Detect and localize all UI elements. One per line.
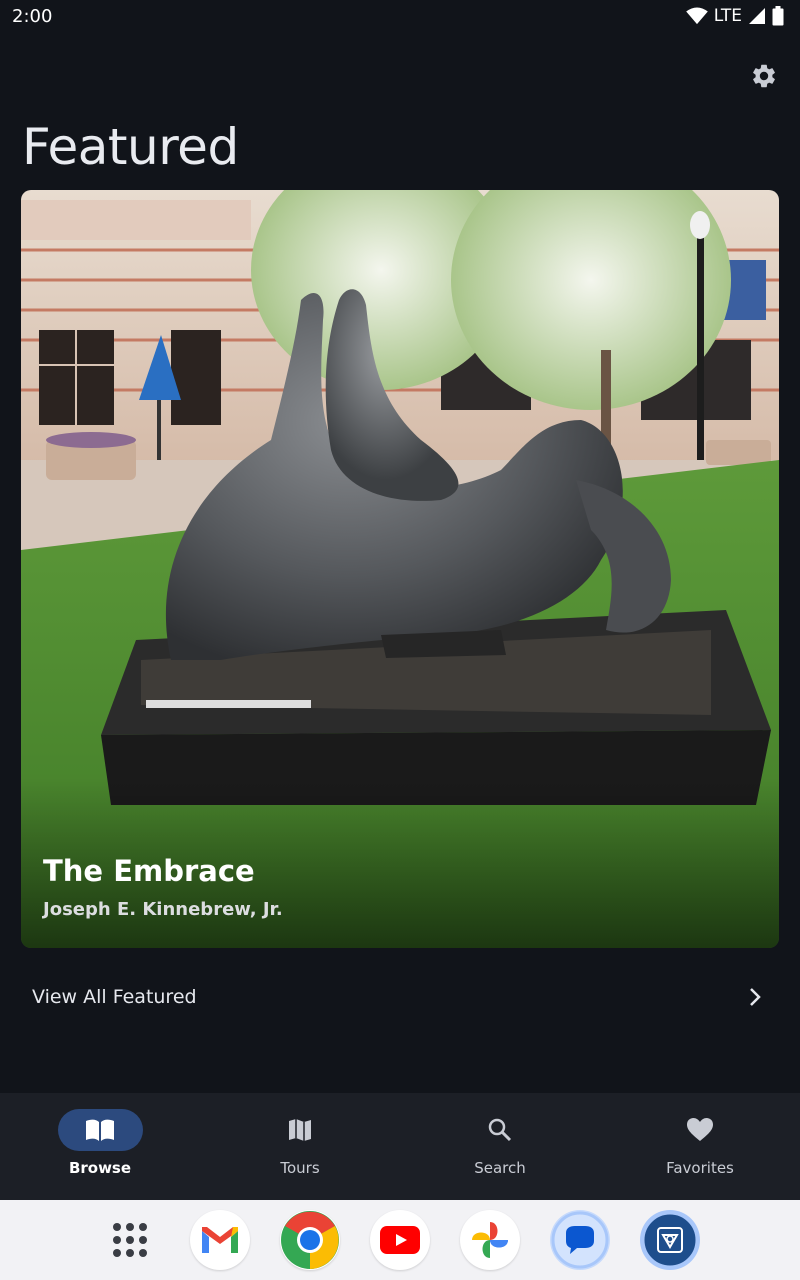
nav-tours[interactable]: Tours [200, 1093, 400, 1200]
dock-app-drawer[interactable] [100, 1210, 160, 1270]
status-time: 2:00 [12, 5, 53, 27]
nav-favorites-indicator [658, 1109, 743, 1151]
book-icon [86, 1119, 114, 1141]
featured-card[interactable]: The Embrace Joseph E. Kinnebrew, Jr. [21, 190, 779, 948]
photos-icon [472, 1222, 508, 1258]
nav-search[interactable]: Search [400, 1093, 600, 1200]
settings-button[interactable] [744, 56, 784, 96]
art-app-icon [641, 1211, 699, 1269]
app-dock [0, 1200, 800, 1280]
youtube-icon [380, 1226, 420, 1254]
featured-title: The Embrace [43, 854, 255, 888]
dock-photos[interactable] [460, 1210, 520, 1270]
network-type: LTE [713, 6, 742, 26]
dock-chrome[interactable] [280, 1210, 340, 1270]
status-bar: 2:00 LTE [0, 0, 800, 32]
battery-icon [772, 6, 784, 26]
chevron-right-icon [750, 988, 761, 1006]
view-all-featured-button[interactable]: View All Featured [0, 968, 800, 1026]
messages-icon [551, 1211, 609, 1269]
page-title: Featured [22, 118, 239, 176]
dock-messages[interactable] [550, 1210, 610, 1270]
view-all-label: View All Featured [32, 986, 197, 1008]
nav-favorites[interactable]: Favorites [600, 1093, 800, 1200]
heart-icon [687, 1118, 713, 1141]
nav-browse-label: Browse [68, 1159, 132, 1177]
map-icon [289, 1119, 311, 1141]
status-indicators: LTE [685, 6, 784, 26]
nav-search-indicator [458, 1109, 543, 1151]
search-icon [488, 1118, 512, 1142]
featured-artist: Joseph E. Kinnebrew, Jr. [43, 899, 283, 920]
app-drawer-icon [113, 1223, 147, 1257]
nav-favorites-label: Favorites [666, 1159, 734, 1177]
nav-browse-indicator [57, 1109, 143, 1151]
chrome-icon [281, 1211, 339, 1269]
dock-art-app[interactable] [640, 1210, 700, 1270]
nav-tours-indicator [258, 1109, 343, 1151]
bottom-navigation: Browse Tours Search Favorites [0, 1093, 800, 1200]
dock-youtube[interactable] [370, 1210, 430, 1270]
wifi-icon [685, 7, 708, 25]
gear-icon [753, 64, 775, 88]
gmail-icon [202, 1227, 238, 1253]
signal-icon [749, 8, 765, 24]
nav-tours-label: Tours [280, 1159, 320, 1177]
dock-gmail[interactable] [190, 1210, 250, 1270]
nav-search-label: Search [474, 1159, 526, 1177]
nav-browse[interactable]: Browse [0, 1093, 200, 1200]
